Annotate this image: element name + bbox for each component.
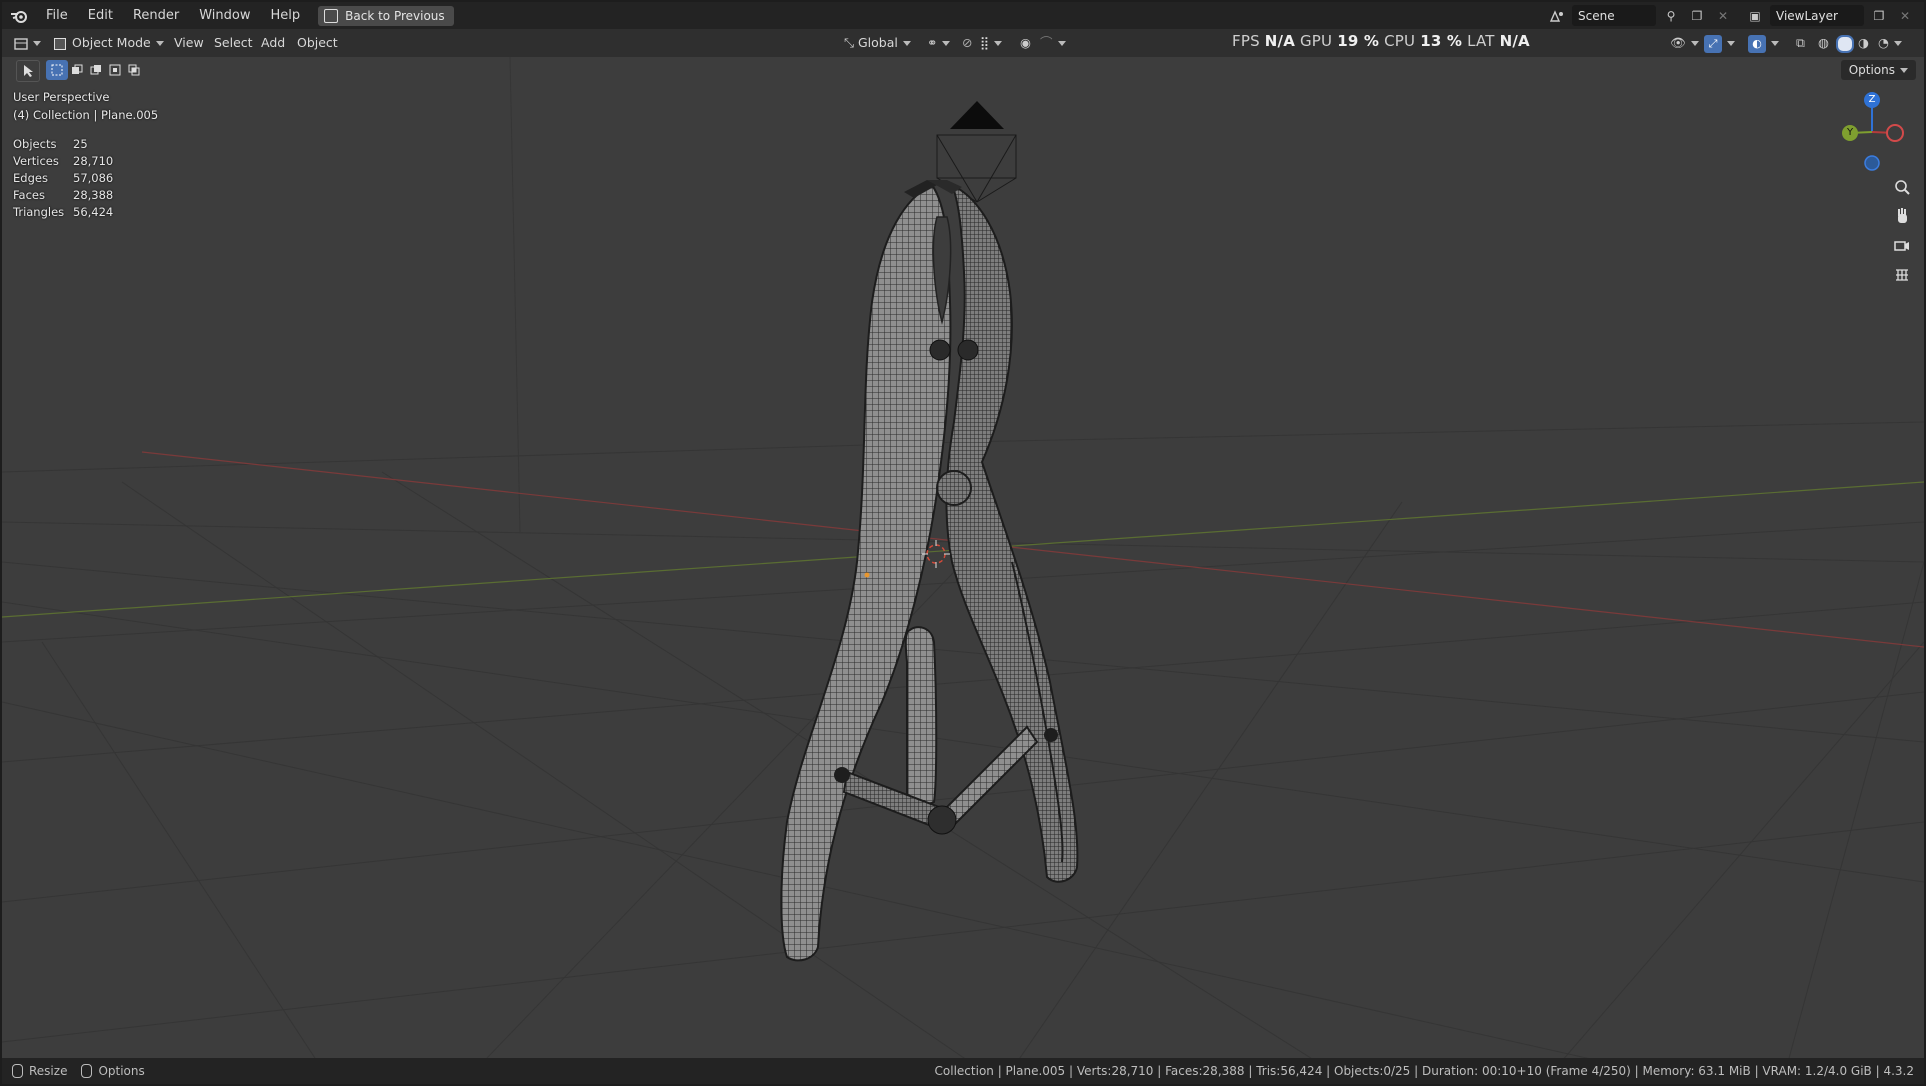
gpu-label: GPU: [1299, 32, 1333, 50]
scene-name: Scene: [1578, 8, 1615, 23]
ortho-grid-icon[interactable]: [1891, 264, 1913, 286]
stat-row: Vertices 28,710: [13, 154, 113, 171]
view-name: User Perspective: [13, 90, 110, 104]
stat-value: 25: [73, 137, 88, 151]
snap-toggle[interactable]: ⊘: [962, 29, 972, 57]
select-intersect-mode-icon[interactable]: [123, 60, 145, 80]
view-layer-field[interactable]: ViewLayer: [1770, 5, 1864, 26]
origin-point: [864, 572, 870, 578]
menu-render[interactable]: Render: [123, 2, 189, 29]
zoom-icon[interactable]: [1891, 176, 1913, 198]
shading-rendered[interactable]: ◔: [1878, 29, 1902, 57]
options-dropdown[interactable]: Options: [1840, 60, 1916, 80]
stat-label: Triangles: [13, 205, 65, 219]
overlays-toggle[interactable]: ◐: [1748, 29, 1779, 57]
menu-help[interactable]: Help: [261, 2, 311, 29]
snap-target-dropdown[interactable]: ⣿: [980, 29, 1003, 57]
menu-select[interactable]: Select: [214, 29, 253, 57]
new-scene-icon[interactable]: ❐: [1686, 5, 1708, 26]
shading-solid[interactable]: [1836, 29, 1854, 57]
select-tool-icon[interactable]: [16, 60, 40, 82]
object-mode-icon: [54, 37, 66, 50]
gpu-value: 19 %: [1337, 32, 1380, 50]
delete-view-layer-icon[interactable]: ✕: [1894, 5, 1916, 26]
new-view-layer-icon[interactable]: ❐: [1868, 5, 1890, 26]
stat-label: Faces: [13, 188, 45, 202]
status-left: Resize Options: [12, 1058, 145, 1084]
options-label: Options: [1848, 63, 1895, 77]
tool-settings-row: Options: [2, 57, 1924, 83]
lat-label: LAT: [1467, 32, 1495, 50]
pin-icon[interactable]: ⚲: [1660, 5, 1682, 26]
view-layer-icon[interactable]: ▣: [1744, 5, 1766, 26]
orientation-label: Global: [857, 35, 898, 50]
stat-value: 57,086: [73, 171, 114, 185]
performance-readout: FPS N/A GPU 19 % CPU 13 % LAT N/A: [1232, 29, 1530, 57]
options-hint: Options: [98, 1064, 145, 1078]
shading-material[interactable]: ◑: [1858, 29, 1869, 57]
proportional-edit-toggle[interactable]: ◉: [1020, 29, 1031, 57]
orientation-axes-icon: ⤡: [844, 35, 858, 50]
stat-value: 28,710: [73, 154, 114, 168]
resize-hint: Resize: [29, 1064, 68, 1078]
scene-name-field[interactable]: Scene: [1572, 5, 1656, 26]
mode-label: Object Mode: [72, 35, 151, 50]
fps-value: N/A: [1264, 32, 1296, 50]
mouse-right-icon: [81, 1064, 93, 1078]
mouse-left-icon: [12, 1064, 23, 1078]
gizmo-toggle[interactable]: ⤢: [1704, 29, 1735, 57]
stat-label: Objects: [13, 137, 57, 151]
status-bar: Resize Options Collection | Plane.005 | …: [2, 1058, 1924, 1084]
menu-add[interactable]: Add: [261, 29, 285, 57]
stat-value: 56,424: [73, 205, 114, 219]
gizmo-y-label[interactable]: Y: [1842, 125, 1858, 141]
blender-logo-icon[interactable]: [2, 2, 36, 29]
transform-orientation-dropdown[interactable]: ⤡ Global: [844, 29, 911, 57]
top-menu-bar: File Edit Render Window Help Back to Pre…: [2, 2, 1924, 29]
viewport-canvas[interactable]: [2, 2, 1924, 1084]
view-layer-name: ViewLayer: [1776, 8, 1838, 23]
menu-object[interactable]: Object: [297, 29, 338, 57]
status-info: Collection | Plane.005 | Verts:28,710 | …: [934, 1064, 1914, 1078]
shading-wireframe[interactable]: ◍: [1818, 29, 1829, 57]
menu-window[interactable]: Window: [189, 2, 260, 29]
stat-row: Triangles 56,424: [13, 205, 113, 222]
pivot-point-dropdown[interactable]: ⚭: [927, 29, 951, 57]
falloff-dropdown[interactable]: ⌒: [1040, 29, 1066, 57]
menu-edit[interactable]: Edit: [78, 2, 123, 29]
scene-statistics: Objects 25 Vertices 28,710 Edges 57,086 Fac…: [13, 137, 113, 222]
menu-file[interactable]: File: [36, 2, 78, 29]
stat-value: 28,388: [73, 188, 114, 202]
viewport-header: Object Mode View Select Add Object ⤡ Glo…: [2, 29, 1924, 57]
editor-type-dropdown[interactable]: [14, 29, 41, 57]
scene-selectors: Scene ⚲ ❐ ✕ ▣ ViewLayer ❐ ✕: [1546, 5, 1916, 26]
back-to-previous-button[interactable]: Back to Previous: [318, 5, 454, 26]
pan-hand-icon[interactable]: [1891, 205, 1913, 227]
stat-row: Edges 57,086: [13, 171, 113, 188]
stat-label: Vertices: [13, 154, 59, 168]
stat-label: Edges: [13, 171, 48, 185]
gizmo-z-label[interactable]: Z: [1864, 92, 1880, 108]
cpu-label: CPU: [1384, 32, 1416, 50]
visibility-dropdown[interactable]: 👁: [1670, 29, 1699, 57]
stat-row: Faces 28,388: [13, 188, 113, 205]
select-new-mode-icon[interactable]: [46, 60, 68, 80]
fps-label: FPS: [1232, 32, 1260, 50]
blender-window: Z Y File Edit Render Window Help Back to…: [2, 2, 1924, 1084]
lat-value: N/A: [1499, 32, 1530, 50]
scene-type-icon[interactable]: [1546, 5, 1568, 26]
delete-scene-icon[interactable]: ✕: [1712, 5, 1734, 26]
stat-row: Objects 25: [13, 137, 113, 154]
back-to-previous-label: Back to Previous: [345, 8, 445, 23]
menu-view[interactable]: View: [174, 29, 204, 57]
collection-context: (4) Collection | Plane.005: [13, 108, 159, 122]
back-icon: [324, 8, 339, 23]
xray-toggle[interactable]: ⧉: [1796, 29, 1805, 57]
camera-view-icon[interactable]: [1891, 234, 1913, 256]
cpu-value: 13 %: [1420, 32, 1463, 50]
mode-dropdown[interactable]: Object Mode: [54, 29, 164, 57]
